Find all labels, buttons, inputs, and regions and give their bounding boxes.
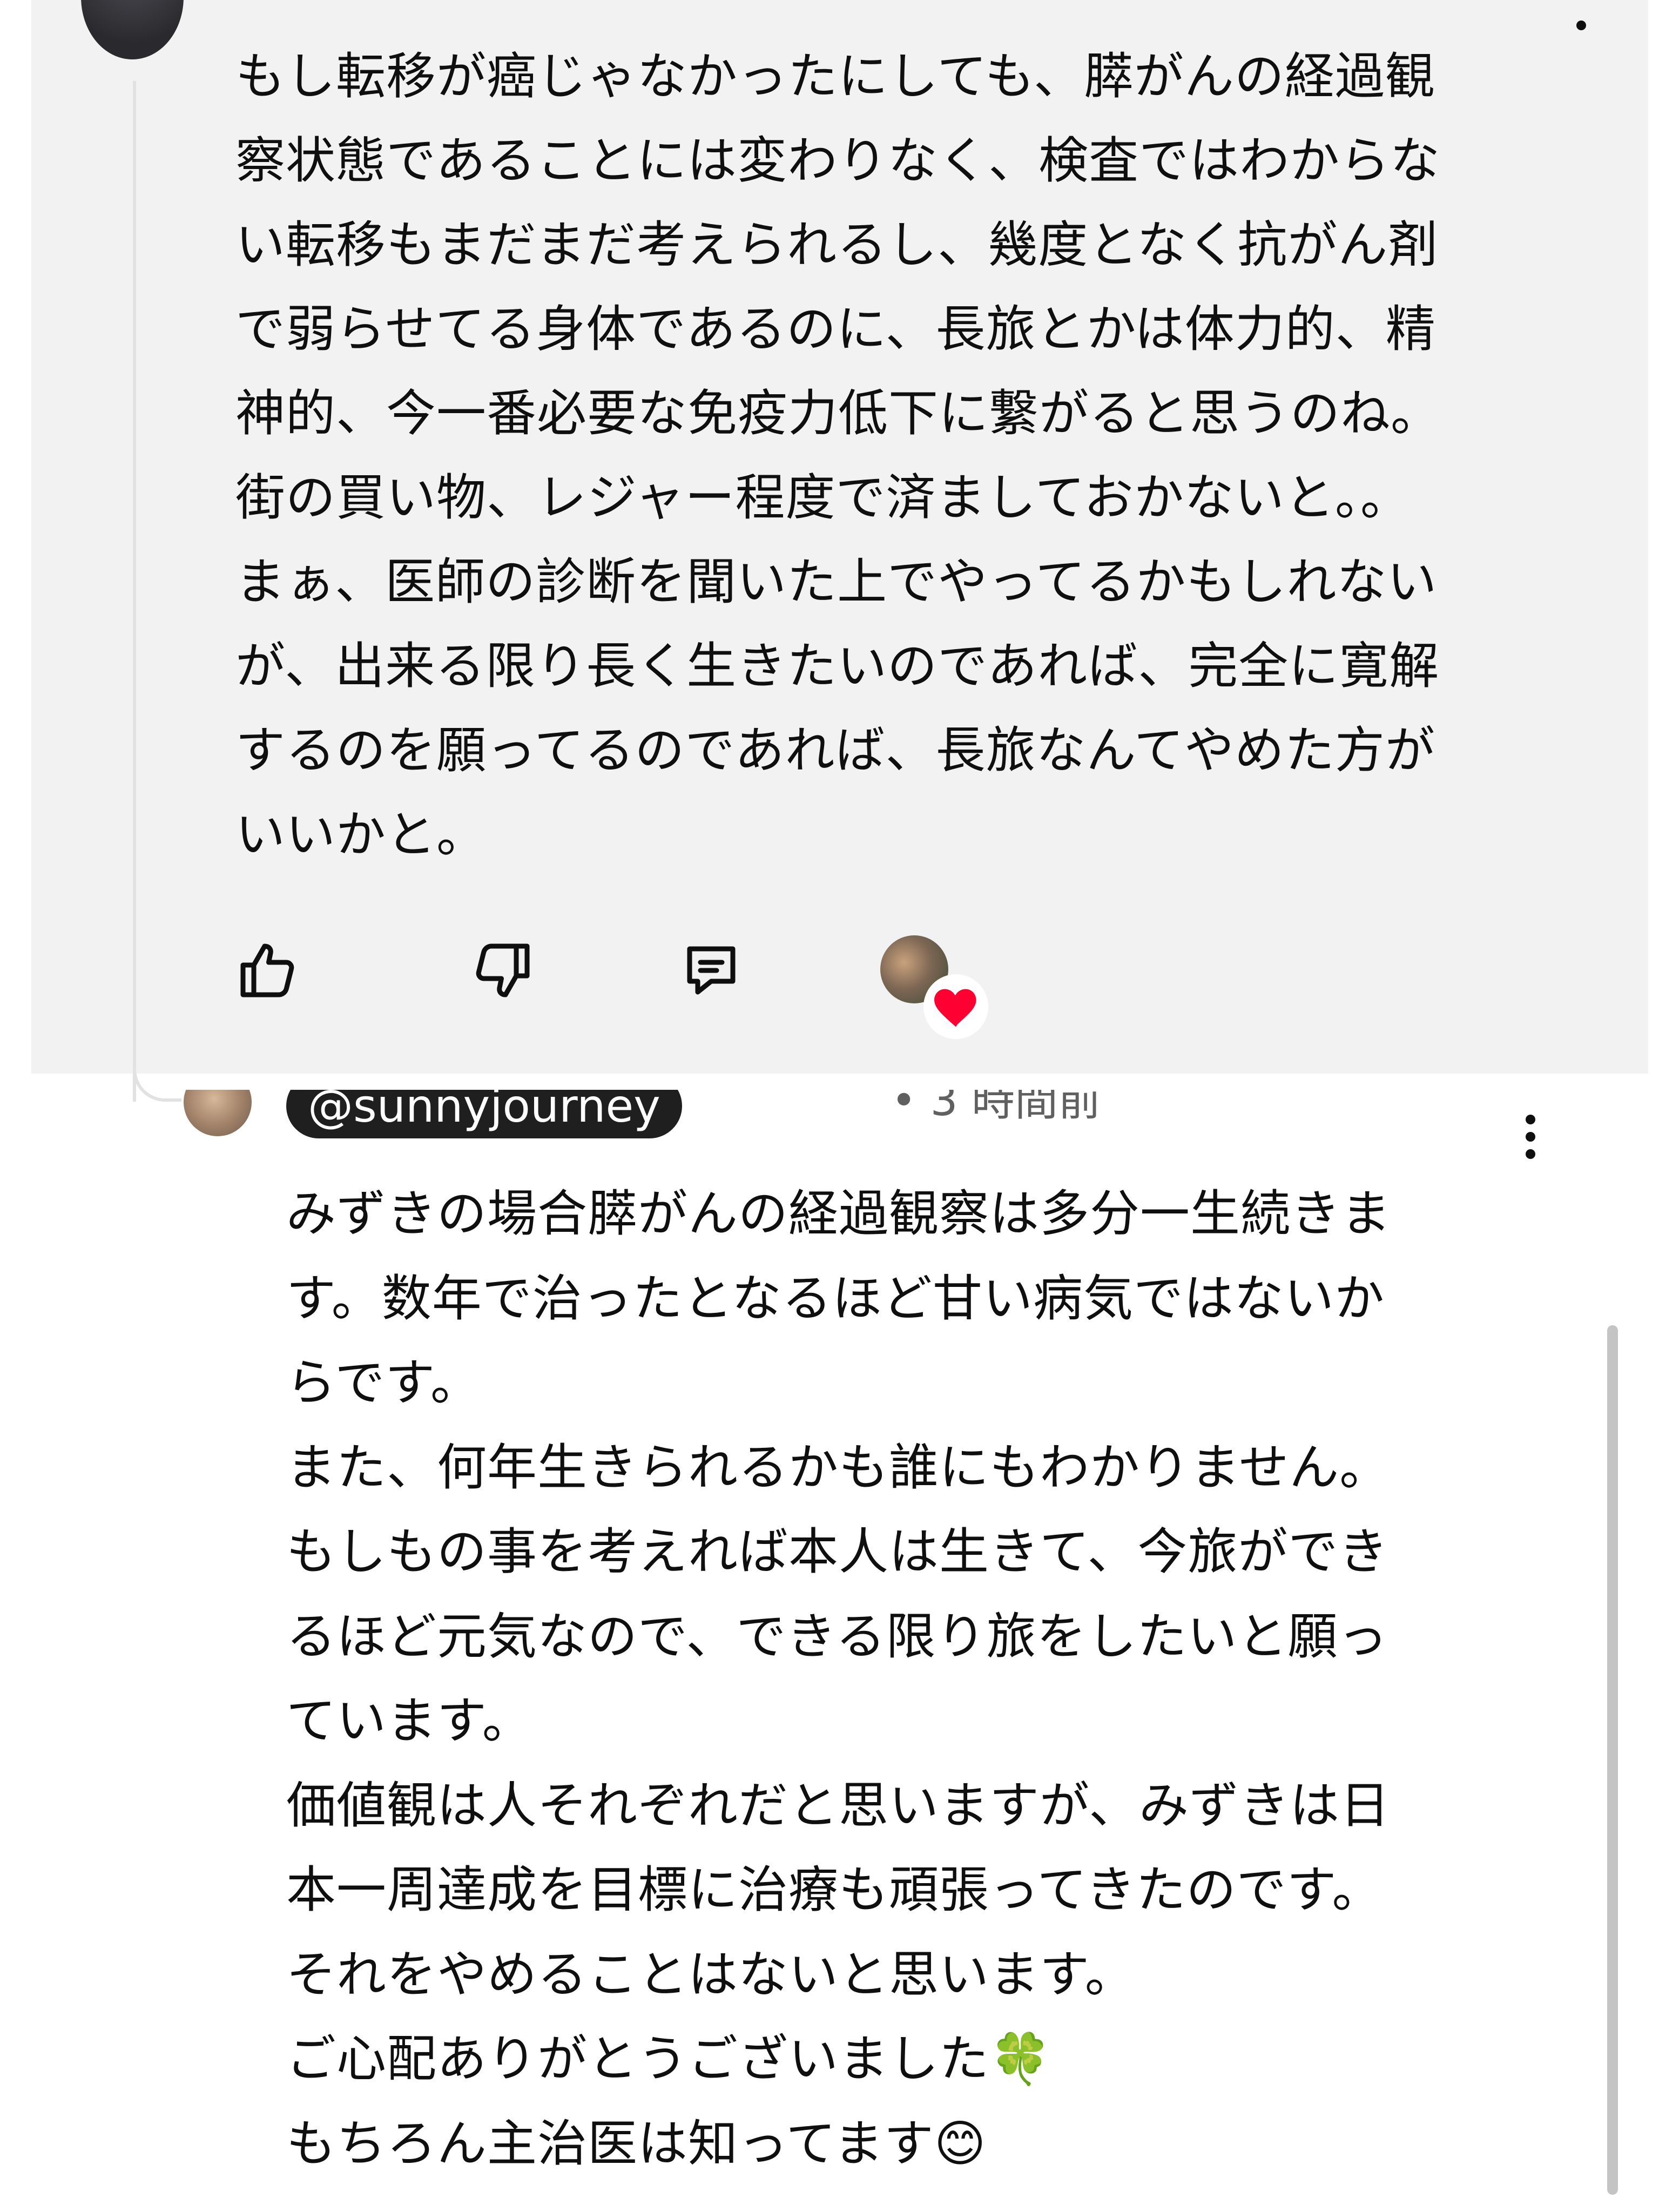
reply-author-handle[interactable]: @sunnyjourney <box>286 1090 682 1138</box>
parent-comment-more-icon[interactable] <box>1570 21 1592 30</box>
thumbs-down-icon <box>476 943 530 997</box>
thumbs-up-icon <box>240 943 294 997</box>
reply-more-icon[interactable] <box>1520 1115 1541 1159</box>
parent-comment-actions <box>0 935 1080 1039</box>
reply-button[interactable] <box>676 935 746 1006</box>
reply-author-avatar[interactable] <box>184 1090 252 1136</box>
reply-comment-text: みずきの場合膵がんの経過観察は多分一生続きま す。数年で治ったとなるほど甘い病気… <box>286 1185 1392 2173</box>
reply-timestamp: • 3 時間前 <box>891 1090 1101 1125</box>
reply-header: @sunnyjourney • 3 時間前 <box>184 1090 1480 1160</box>
reply-comment-icon <box>687 946 736 995</box>
scrollbar[interactable] <box>1607 1325 1618 2195</box>
dislike-button[interactable] <box>468 935 538 1006</box>
creator-heart-badge <box>880 935 988 1039</box>
parent-comment-text: もし転移が癌じゃなかったにしても、膵がんの経過観 察状態であることには変わりなく… <box>235 48 1441 864</box>
thread-connector <box>133 1069 181 1102</box>
creator-heart-icon <box>923 974 988 1039</box>
like-button[interactable] <box>232 935 302 1006</box>
